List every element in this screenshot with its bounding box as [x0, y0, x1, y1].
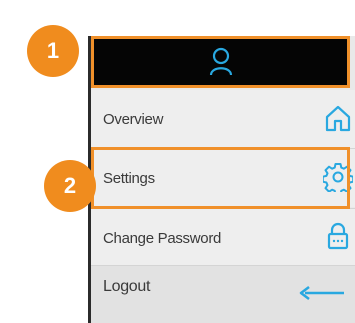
menu-item-overview[interactable]: Overview — [91, 90, 355, 148]
annotation-badge-2: 2 — [44, 160, 96, 212]
menu-item-change-password[interactable]: Change Password — [91, 209, 355, 265]
menu-item-label: Overview — [103, 111, 164, 128]
menu-item-label: Logout — [103, 278, 151, 295]
menu-item-logout[interactable]: Logout — [91, 266, 355, 323]
annotation-badge-1: 1 — [27, 25, 79, 77]
settings-highlight-box — [91, 147, 350, 209]
menu-item-label: Change Password — [103, 230, 222, 247]
arrow-left-icon — [299, 286, 344, 300]
user-icon[interactable] — [209, 47, 233, 77]
lock-icon — [327, 222, 349, 250]
home-icon — [325, 105, 351, 132]
menu-header[interactable] — [91, 36, 350, 88]
